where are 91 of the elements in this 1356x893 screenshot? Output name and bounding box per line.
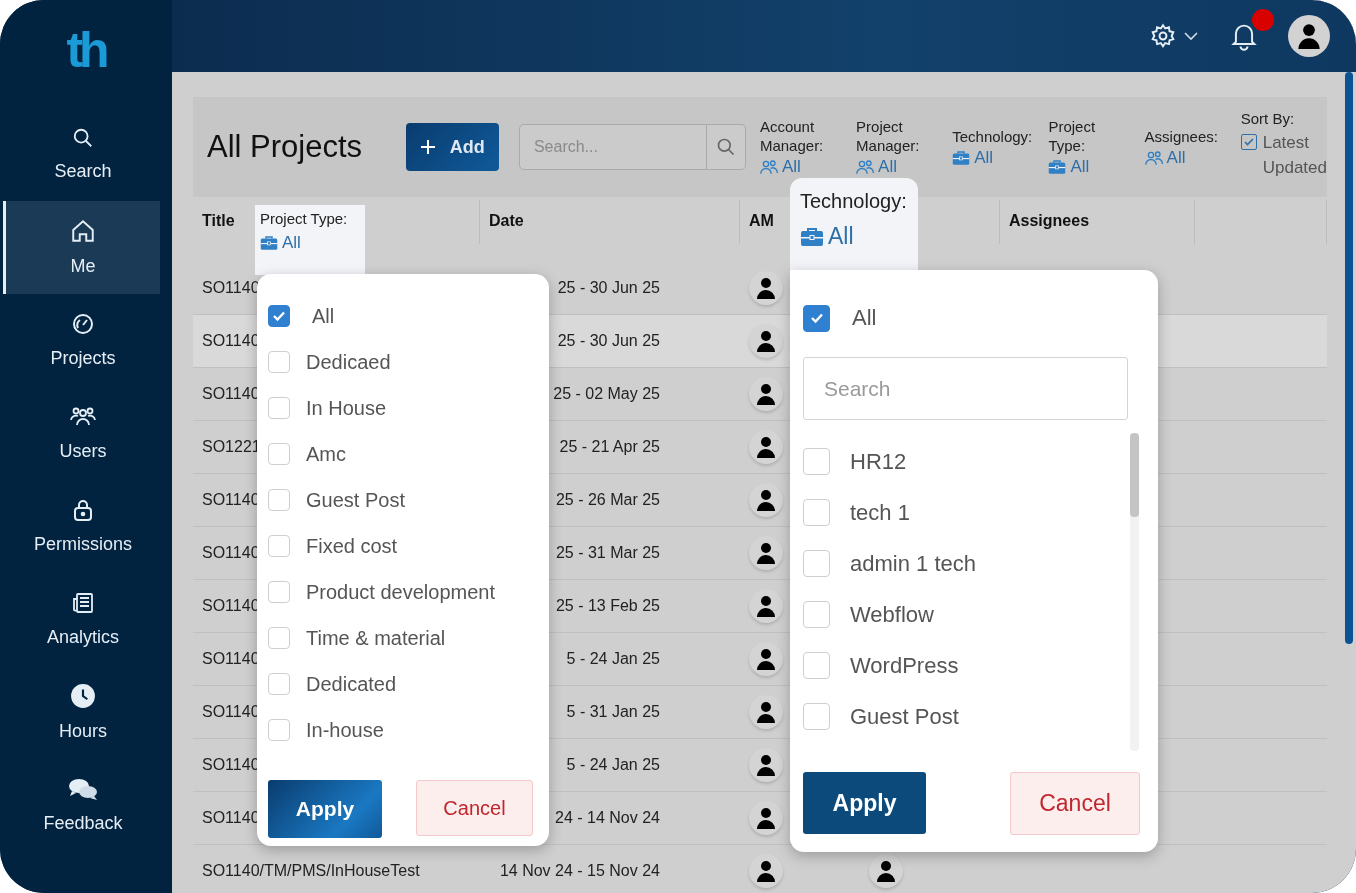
column-header: Date (489, 212, 524, 229)
apply-button[interactable]: Apply (803, 772, 926, 834)
chat-icon (68, 777, 98, 801)
option-label[interactable]: Guest Post (306, 488, 405, 512)
briefcase-icon (1048, 158, 1067, 176)
option-label[interactable]: Time & material (306, 626, 446, 650)
table-cell: 25 - 02 May 25 (553, 385, 660, 403)
filter-label: Technology: (952, 126, 1034, 146)
table-cell: 24 - 14 Nov 24 (555, 809, 660, 827)
option-label[interactable]: Guest Post (850, 703, 959, 730)
option-label[interactable]: tech 1 (850, 499, 910, 526)
option-label[interactable]: All (312, 304, 335, 328)
option-label[interactable]: Fixed cost (306, 534, 398, 558)
option-label[interactable]: Dedicated (306, 672, 397, 696)
filter-value: All (282, 233, 301, 253)
scrollbar[interactable] (1345, 72, 1353, 644)
briefcase-icon (260, 234, 278, 252)
checkbox[interactable] (803, 304, 830, 332)
nav-item[interactable]: Permissions (3, 480, 160, 573)
briefcase-icon (952, 148, 971, 167)
gauge-icon (71, 312, 95, 336)
cancel-button[interactable]: Cancel (416, 780, 533, 836)
settings-icon[interactable] (1150, 23, 1176, 49)
filter-label: Project Type: (260, 210, 349, 227)
table-cell: 25 - 13 Feb 25 (555, 597, 660, 615)
column-header: Title (202, 212, 235, 229)
users-icon (856, 158, 875, 176)
option-label[interactable]: HR12 (850, 448, 907, 475)
logo[interactable]: th (66, 22, 106, 86)
nav-item[interactable]: Projects (3, 294, 160, 387)
add-button[interactable]: Add (405, 123, 499, 171)
sort-checkbox[interactable] (1240, 134, 1257, 150)
check-icon (1242, 136, 1255, 148)
option-label[interactable]: All (852, 305, 877, 331)
nav-item[interactable]: Search (3, 108, 160, 201)
table-cell: SO1221 (202, 438, 261, 456)
table-cell: SO1140/TM/PMS/InHouseTest (202, 862, 420, 880)
table-cell: 5 - 24 Jan 25 (566, 756, 660, 774)
checkbox[interactable] (268, 305, 290, 327)
search-field[interactable]: Search... (518, 124, 707, 170)
table-cell: 25 - 30 Jun 25 (557, 332, 660, 350)
column-header: Assignees (1009, 212, 1090, 229)
cancel-button[interactable]: Cancel (1010, 772, 1140, 835)
filter-label: Project Manager: (856, 117, 921, 155)
users-icon (759, 158, 778, 176)
home-icon (70, 218, 96, 244)
filter-label: Assignees: (1144, 126, 1219, 146)
table-cell: 25 - 31 Mar 25 (555, 544, 660, 562)
nav-item[interactable]: Feedback (3, 759, 160, 852)
option-label[interactable]: Amc (306, 442, 346, 466)
newspaper-icon (71, 591, 95, 615)
scrollbar[interactable] (1130, 433, 1139, 751)
search-icon (715, 137, 736, 157)
option-label[interactable]: In-house (306, 718, 384, 742)
search-field[interactable]: Search (803, 357, 1128, 420)
filter-tab[interactable]: Technology: All (790, 178, 918, 270)
table-cell: 25 - 21 Apr 25 (559, 438, 660, 456)
plus-icon (419, 139, 436, 155)
option-label[interactable]: Product development (306, 580, 495, 604)
option-label[interactable]: Webflow (850, 601, 934, 628)
filter-value: All (828, 223, 854, 250)
nav-item[interactable]: Me (3, 201, 160, 294)
column-header: AM (749, 212, 774, 229)
filter-tab[interactable]: Project Type: All (255, 205, 365, 275)
table-cell: 25 - 30 Jun 25 (557, 279, 660, 297)
filter-label: Technology: (800, 190, 908, 213)
filter-label: Account Manager: (759, 117, 825, 155)
search-icon (72, 127, 94, 149)
sort-label: Sort By: (1240, 109, 1296, 128)
option-label[interactable]: WordPress (850, 652, 959, 679)
lock-icon (72, 498, 94, 522)
filter-label: Project Type: (1048, 117, 1097, 155)
search-button[interactable] (706, 124, 746, 170)
users-icon (1144, 148, 1163, 167)
option-label[interactable]: Dedicaed (306, 350, 391, 374)
table-cell: 5 - 31 Jan 25 (566, 703, 660, 721)
nav-item[interactable]: Analytics (3, 573, 160, 666)
table-cell: 5 - 24 Jan 25 (566, 650, 660, 668)
user-avatar-icon[interactable] (1288, 15, 1330, 57)
nav-item[interactable]: Hours (3, 666, 160, 759)
page-title: All Projects (207, 129, 364, 165)
apply-button[interactable]: Apply (268, 780, 382, 838)
sort-option[interactable]: Latest Updated (1262, 130, 1327, 180)
chevron-down-icon[interactable] (1184, 31, 1198, 41)
nav-item[interactable]: Users (3, 387, 160, 480)
table-cell: 25 - 26 Mar 25 (555, 491, 660, 509)
table-cell: SO1140 (202, 279, 260, 297)
table-cell: 14 Nov 24 - 15 Nov 24 (499, 862, 660, 880)
option-label[interactable]: In House (306, 396, 387, 420)
clock-icon (70, 683, 96, 709)
option-label[interactable]: admin 1 tech (850, 550, 976, 577)
